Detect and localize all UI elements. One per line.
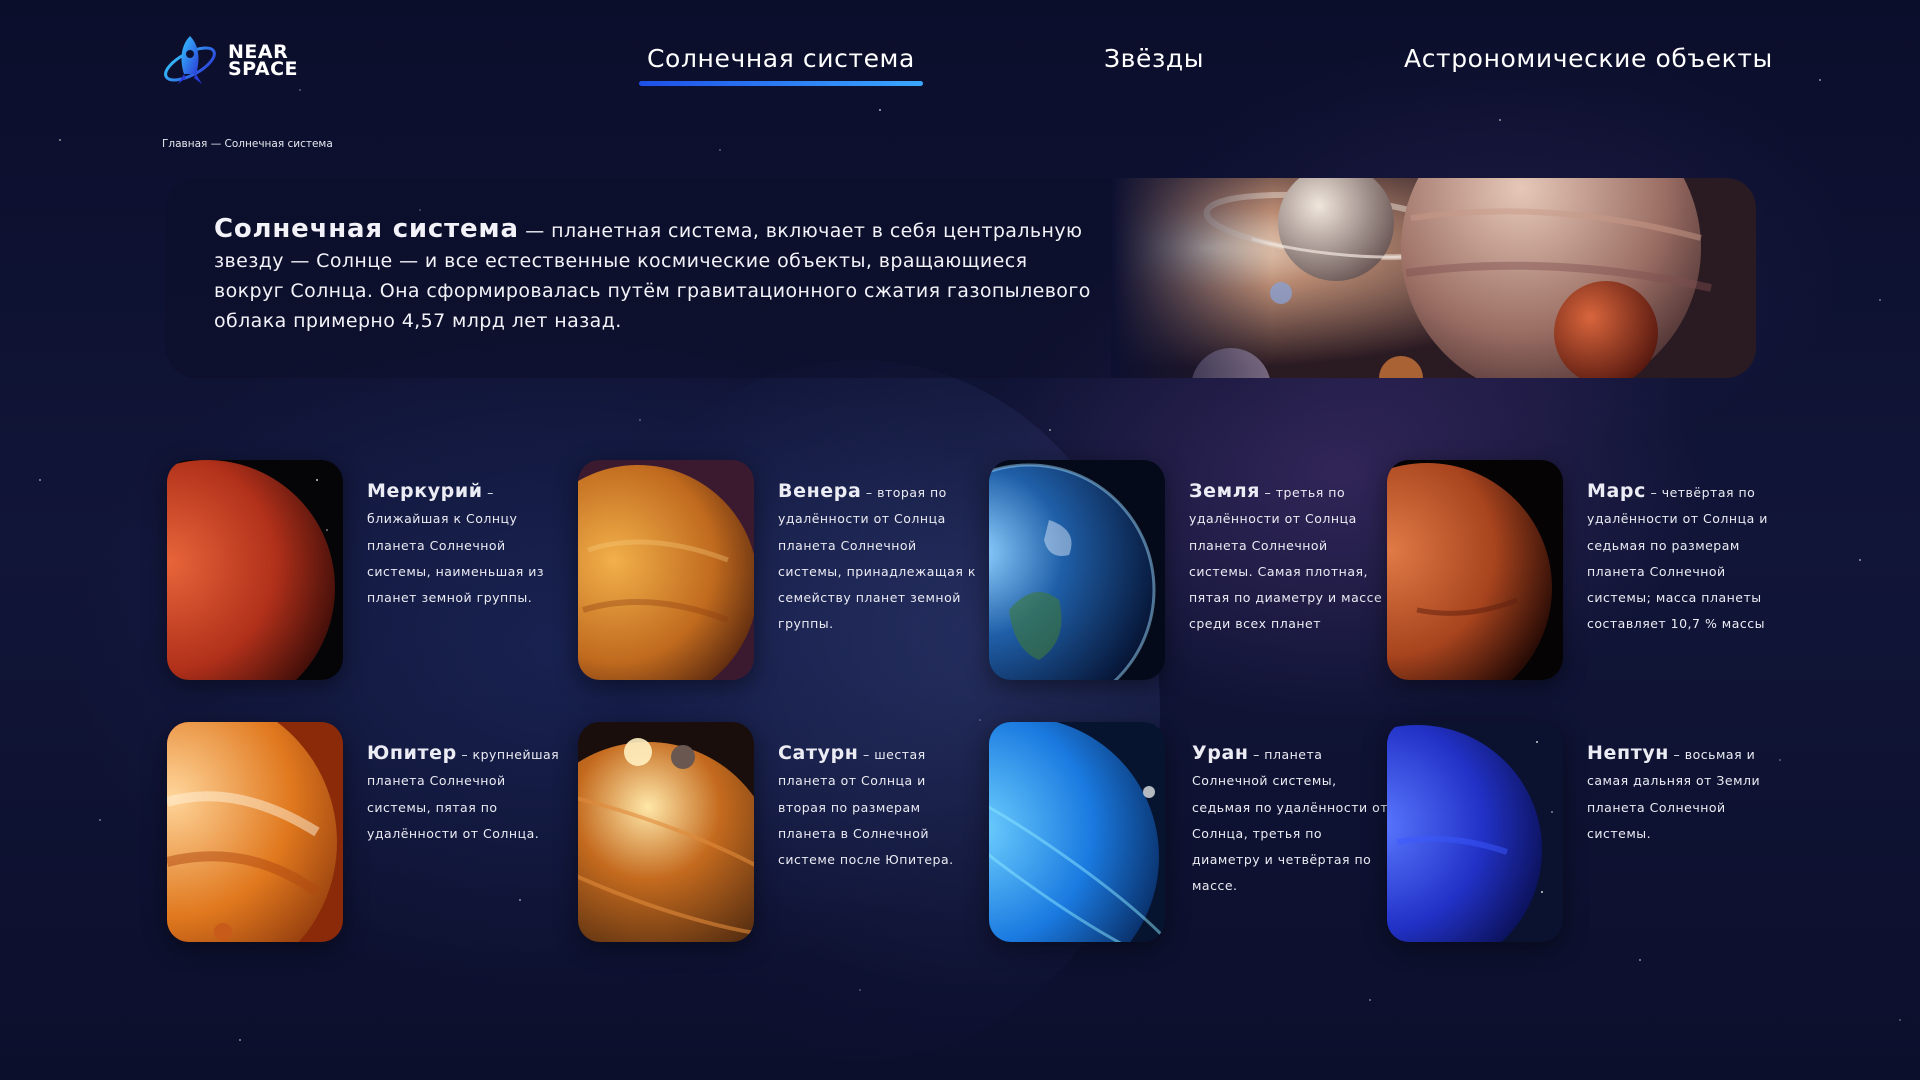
planet-name: Земля <box>1189 480 1261 502</box>
planet-card-venus[interactable]: Венера – вторая по удалённости от Солнца… <box>578 460 978 690</box>
nav-astronomical-objects[interactable]: Астрономические объекты <box>1404 44 1773 73</box>
venus-description: Венера – вторая по удалённости от Солнца… <box>778 480 976 632</box>
mars-image <box>1387 460 1563 680</box>
planet-card-neptune[interactable]: Нептун – восьмая и самая дальняя от Земл… <box>1387 722 1787 952</box>
planet-name: Сатурн <box>778 742 859 764</box>
nav-stars[interactable]: Звёзды <box>1104 44 1204 73</box>
planet-name: Марс <box>1587 480 1646 502</box>
uranus-description: Уран – планета Солнечной системы, седьма… <box>1192 742 1389 894</box>
hero-term: Солнечная система <box>214 214 519 244</box>
planet-card-earth[interactable]: Земля – третья по удалённости от Солнца … <box>989 460 1389 690</box>
main-navigation: Солнечная система Звёзды Астрономические… <box>0 44 1920 90</box>
mercury-description: Меркурий – ближайшая к Солнцу планета Со… <box>367 480 545 606</box>
planet-name: Юпитер <box>367 742 457 764</box>
neptune-description: Нептун – восьмая и самая дальняя от Земл… <box>1587 742 1761 841</box>
hero-planets-image <box>1111 178 1756 378</box>
venus-image <box>578 460 754 680</box>
uranus-image <box>989 722 1165 942</box>
saturn-description: Сатурн – шестая планета от Солнца и втор… <box>778 742 954 868</box>
breadcrumb[interactable]: Главная — Солнечная система <box>162 138 333 150</box>
nav-solar-system[interactable]: Солнечная система <box>639 44 923 86</box>
planet-name: Венера <box>778 480 862 502</box>
jupiter-image <box>167 722 343 942</box>
mars-description: Марс – четвёртая по удалённости от Солнц… <box>1587 480 1768 632</box>
planet-card-uranus[interactable]: Уран – планета Солнечной системы, седьма… <box>989 722 1389 952</box>
mercury-image <box>167 460 343 680</box>
planet-card-jupiter[interactable]: Юпитер – крупнейшая планета Солнечной си… <box>167 722 567 952</box>
planet-card-mercury[interactable]: Меркурий – ближайшая к Солнцу планета Со… <box>167 460 567 690</box>
planet-card-mars[interactable]: Марс – четвёртая по удалённости от Солнц… <box>1387 460 1787 690</box>
jupiter-description: Юпитер – крупнейшая планета Солнечной си… <box>367 742 560 841</box>
earth-description: Земля – третья по удалённости от Солнца … <box>1189 480 1383 632</box>
planet-name: Уран <box>1192 742 1249 764</box>
planet-name: Меркурий <box>367 480 483 502</box>
saturn-image <box>578 722 754 942</box>
planet-name: Нептун <box>1587 742 1670 764</box>
page: NEAR SPACE Солнечная система Звёзды Астр… <box>0 0 1920 1080</box>
hero-description: Солнечная система — планетная система, в… <box>214 214 1094 336</box>
earth-image <box>989 460 1165 680</box>
hero-banner: Солнечная система — планетная система, в… <box>166 178 1756 378</box>
planet-card-saturn[interactable]: Сатурн – шестая планета от Солнца и втор… <box>578 722 978 952</box>
neptune-image <box>1387 722 1563 942</box>
